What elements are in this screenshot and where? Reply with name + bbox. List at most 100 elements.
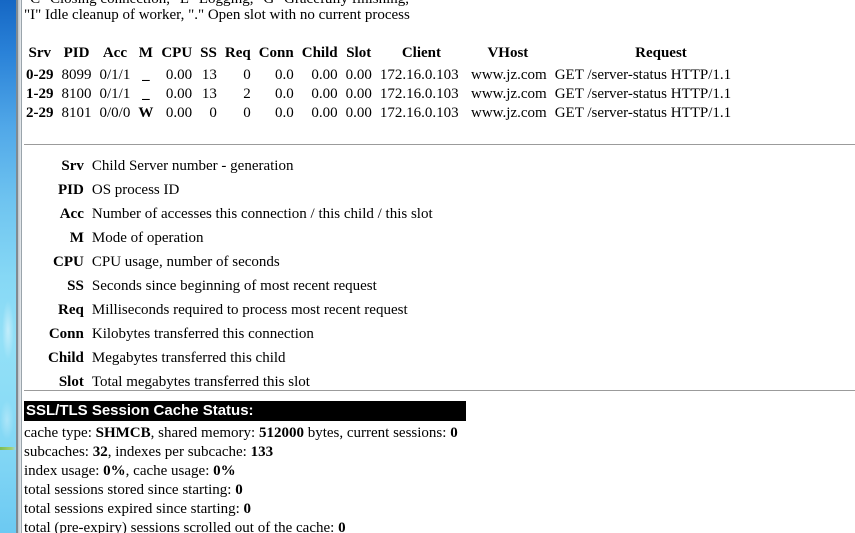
ssl-value: SHMCB <box>95 425 151 441</box>
col-header-srv: Srv <box>28 45 52 61</box>
cell-mode: _ <box>142 86 150 102</box>
table-header-row: Srv PID Acc M CPU SS Req Conn Child Slot… <box>22 45 735 66</box>
ssl-cache-stats: cache type: SHMCB, shared memory: 512000… <box>24 424 458 533</box>
col-header-req: Req <box>224 45 251 61</box>
col-header-acc: Acc <box>102 45 127 61</box>
legend-desc: Number of accesses this connection / thi… <box>91 206 433 222</box>
list-item: SS Seconds since beginning of most recen… <box>22 278 433 302</box>
legend-desc: Milliseconds required to process most re… <box>91 302 408 318</box>
cell-pid: 8101 <box>61 105 92 121</box>
list-item: PID OS process ID <box>22 182 433 206</box>
legend-term: Req <box>58 302 84 318</box>
ssl-value: 0 <box>235 482 243 498</box>
cell-cpu: 0.00 <box>165 86 193 102</box>
legend-desc: Seconds since beginning of most recent r… <box>91 278 377 294</box>
cell-req: 0 <box>243 105 251 121</box>
col-header-conn: Conn <box>258 45 294 61</box>
cell-slot: 0.00 <box>345 86 372 102</box>
ssl-value: 0% <box>103 463 126 479</box>
legend-desc: OS process ID <box>91 182 180 198</box>
wallpaper-cloud-glow <box>2 300 14 360</box>
cell-request: GET /server-status HTTP/1.1 <box>554 105 732 121</box>
screen-root: "C" Closing connection, "L" Logging, "G"… <box>0 0 855 533</box>
cell-cpu: 0.00 <box>165 67 193 83</box>
legend-desc: CPU usage, number of seconds <box>91 254 280 270</box>
cell-vhost: www.jz.com <box>471 67 547 83</box>
cell-ss: 13 <box>201 86 217 102</box>
cell-mode: W <box>138 105 154 121</box>
legend-term: M <box>69 230 84 246</box>
wallpaper-horizon-line <box>0 447 16 450</box>
ssl-text: bytes, current sessions: <box>303 425 451 441</box>
ssl-value: 0% <box>213 463 236 479</box>
cell-srv: 0-29 <box>26 67 54 83</box>
server-status-page: "C" Closing connection, "L" Logging, "G"… <box>22 0 855 533</box>
cell-child: 0.00 <box>311 105 338 121</box>
legend-term: PID <box>58 182 84 198</box>
cell-acc: 0/1/1 <box>99 86 131 102</box>
legend-term: Slot <box>58 374 84 390</box>
cell-child: 0.00 <box>311 67 338 83</box>
cell-client: 172.16.0.103 <box>379 105 459 121</box>
cell-ss: 0 <box>209 105 217 121</box>
cell-mode: _ <box>142 67 150 83</box>
ssl-value: 32 <box>92 444 108 460</box>
list-item: Req Milliseconds required to process mos… <box>22 302 433 326</box>
table-row: 0-29 8099 0/1/1 _ 0.00 13 0 0.0 0.00 0.0… <box>22 66 735 85</box>
col-header-pid: PID <box>63 45 90 61</box>
ssl-stat-line: cache type: SHMCB, shared memory: 512000… <box>24 424 458 443</box>
legend-term: Conn <box>48 326 84 342</box>
cell-client: 172.16.0.103 <box>379 67 459 83</box>
ssl-value: 0 <box>338 520 346 533</box>
col-header-ss: SS <box>200 45 217 61</box>
col-header-m: M <box>138 45 153 61</box>
cell-child: 0.00 <box>311 86 338 102</box>
ssl-stat-line: total sessions expired since starting: 0 <box>24 500 458 519</box>
worker-status-table: Srv PID Acc M CPU SS Req Conn Child Slot… <box>22 45 735 123</box>
col-header-slot: Slot <box>346 45 372 61</box>
ssl-cache-heading: SSL/TLS Session Cache Status: <box>24 401 466 421</box>
cell-cpu: 0.00 <box>165 105 193 121</box>
cell-vhost: www.jz.com <box>471 86 547 102</box>
col-header-child: Child <box>301 45 338 61</box>
cell-request: GET /server-status HTTP/1.1 <box>554 86 732 102</box>
table-row: 1-29 8100 0/1/1 _ 0.00 13 2 0.0 0.00 0.0… <box>22 85 735 104</box>
cell-pid: 8099 <box>61 67 92 83</box>
cell-req: 0 <box>243 67 251 83</box>
list-item: Conn Kilobytes transferred this connecti… <box>22 326 433 350</box>
legend-term: Acc <box>59 206 84 222</box>
legend-desc: Total megabytes transferred this slot <box>91 374 310 390</box>
legend-desc: Child Server number - generation <box>91 158 294 174</box>
cell-slot: 0.00 <box>345 105 372 121</box>
section-divider-bottom <box>24 390 855 391</box>
ssl-text: , shared memory: <box>150 425 259 441</box>
legend-term: CPU <box>53 254 84 270</box>
legend-desc: Kilobytes transferred this connection <box>91 326 314 342</box>
cell-req: 2 <box>243 86 251 102</box>
ssl-stat-line: total sessions stored since starting: 0 <box>24 481 458 500</box>
ssl-text: total sessions expired since starting: <box>24 501 244 517</box>
ssl-text: , cache usage: <box>125 463 214 479</box>
ssl-value: 0 <box>450 425 458 441</box>
legend-desc: Mode of operation <box>91 230 204 246</box>
list-item: Acc Number of accesses this connection /… <box>22 206 433 230</box>
ssl-text: index usage: <box>24 463 104 479</box>
cell-acc: 0/1/1 <box>99 67 131 83</box>
cell-pid: 8100 <box>61 86 92 102</box>
cell-slot: 0.00 <box>345 67 372 83</box>
col-header-request: Request <box>635 45 687 61</box>
cell-client: 172.16.0.103 <box>379 86 459 102</box>
cell-srv: 2-29 <box>26 105 54 121</box>
legend-line-idle-open: "I" Idle cleanup of worker, "." Open slo… <box>24 7 410 23</box>
legend-desc: Megabytes transferred this child <box>91 350 286 366</box>
cell-conn: 0.0 <box>274 105 294 121</box>
cell-srv: 1-29 <box>26 86 54 102</box>
cell-acc: 0/0/0 <box>99 105 131 121</box>
list-item: M Mode of operation <box>22 230 433 254</box>
legend-term: SS <box>67 278 84 294</box>
column-legend-list: Srv Child Server number - generation PID… <box>22 158 433 398</box>
col-header-vhost: VHost <box>487 45 529 61</box>
table-row: 2-29 8101 0/0/0 W 0.00 0 0 0.0 0.00 0.00… <box>22 104 735 123</box>
cell-vhost: www.jz.com <box>471 105 547 121</box>
ssl-text: total sessions stored since starting: <box>24 482 236 498</box>
